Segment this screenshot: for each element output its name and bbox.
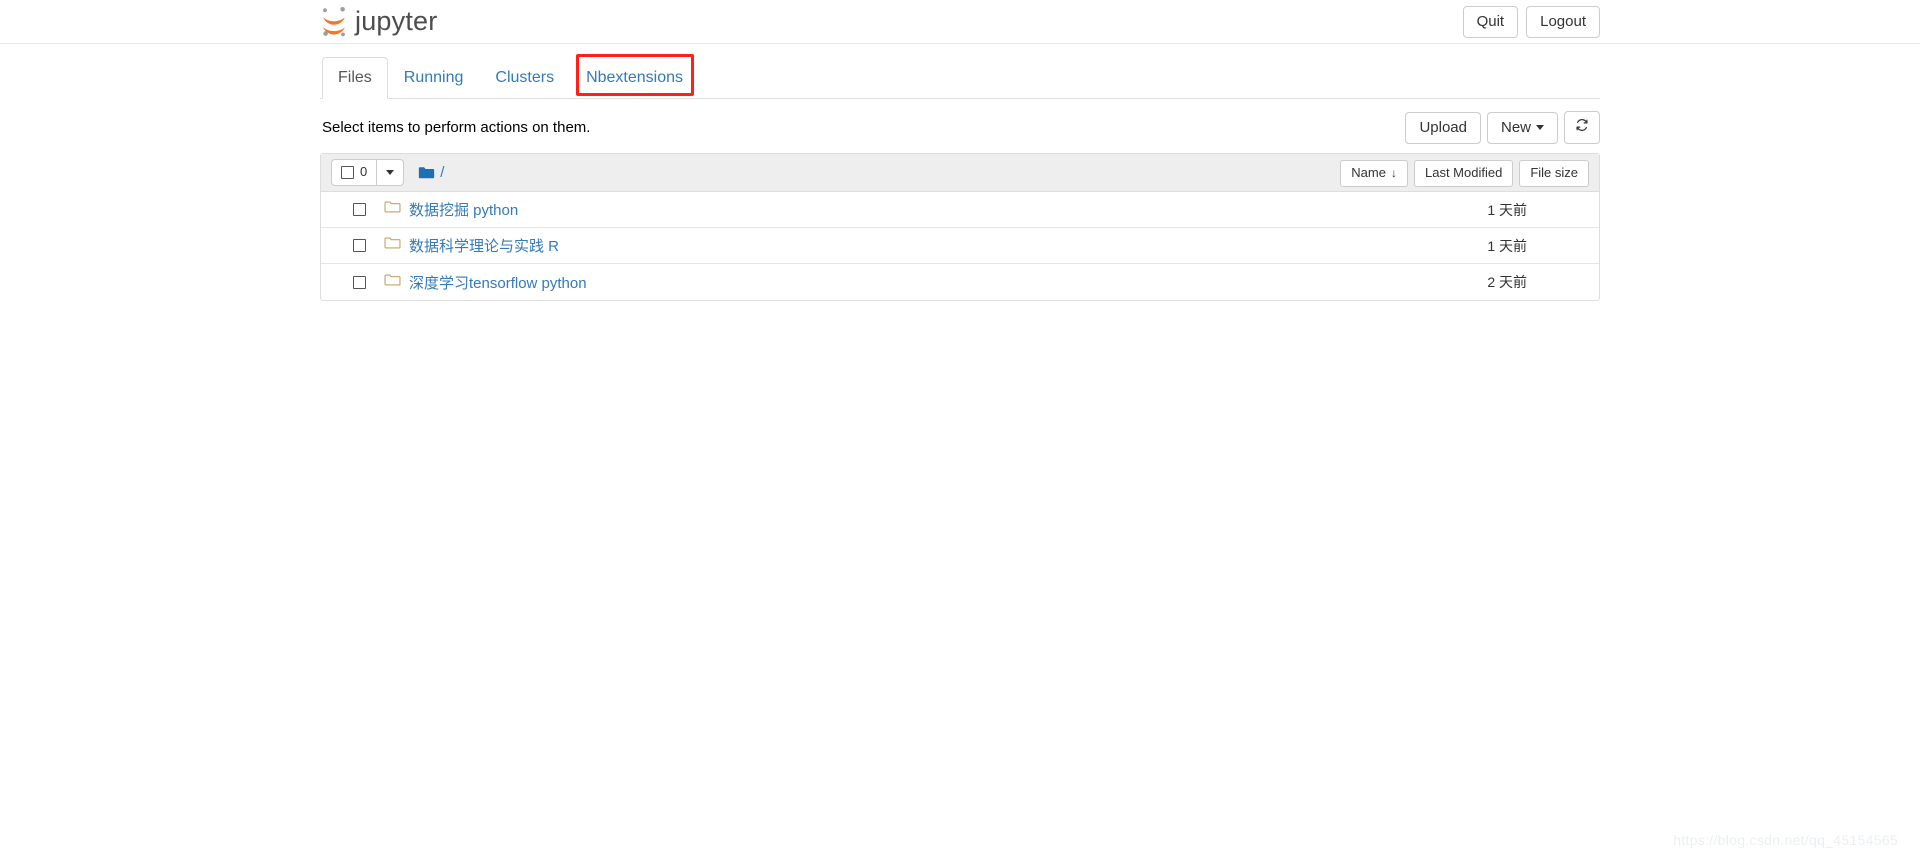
row-checkbox[interactable] bbox=[353, 239, 366, 252]
file-modified-time: 1 天前 bbox=[1487, 237, 1527, 254]
quit-button[interactable]: Quit bbox=[1462, 6, 1519, 38]
page-header: jupyter Quit Logout bbox=[0, 0, 1920, 44]
brand-title: jupyter bbox=[355, 5, 438, 36]
checkbox-unchecked-icon[interactable] bbox=[341, 166, 354, 179]
file-name-link[interactable]: 数据科学理论与实践 R bbox=[409, 235, 559, 256]
table-row[interactable]: 数据挖掘 python 1 天前 bbox=[321, 192, 1599, 228]
watermark: https://blog.csdn.net/qq_45154565 bbox=[1673, 832, 1898, 848]
folder-outline-icon bbox=[384, 273, 401, 292]
tab-files[interactable]: Files bbox=[322, 56, 388, 99]
logout-button[interactable]: Logout bbox=[1526, 6, 1600, 38]
sort-name-label: Name bbox=[1351, 165, 1386, 180]
file-modified-time: 1 天前 bbox=[1487, 201, 1527, 218]
row-checkbox[interactable] bbox=[353, 275, 366, 289]
toolbar-actions: Upload New bbox=[1399, 111, 1600, 144]
selection-hint: Select items to perform actions on them. bbox=[322, 119, 591, 136]
chevron-down-icon bbox=[1536, 125, 1544, 131]
file-toolbar: Select items to perform actions on them.… bbox=[320, 111, 1600, 149]
refresh-icon bbox=[1575, 118, 1589, 135]
sort-by-last-modified-button[interactable]: Last Modified bbox=[1413, 160, 1514, 187]
folder-outline-icon bbox=[384, 236, 401, 255]
selected-count: 0 bbox=[360, 164, 368, 180]
upload-button[interactable]: Upload bbox=[1405, 111, 1481, 144]
sort-by-file-size-button[interactable]: File size bbox=[1519, 160, 1589, 187]
tab-clusters[interactable]: Clusters bbox=[479, 57, 570, 99]
file-list-header: 0 / Name ↓ Last Modified File size bbox=[321, 154, 1599, 192]
tab-running[interactable]: Running bbox=[388, 57, 480, 99]
sort-buttons: Name ↓ Last Modified File size bbox=[1334, 160, 1589, 187]
sort-by-name-button[interactable]: Name ↓ bbox=[1340, 160, 1408, 187]
tab-bar: Files Running Clusters Nbextensions bbox=[320, 54, 1600, 99]
select-all-button[interactable]: 0 bbox=[331, 159, 378, 186]
file-name-link[interactable]: 数据挖掘 python bbox=[409, 199, 518, 220]
folder-outline-icon bbox=[384, 200, 401, 219]
main-container: Files Running Clusters Nbextensions Sele… bbox=[320, 54, 1600, 301]
tab-nbextensions[interactable]: Nbextensions bbox=[570, 57, 699, 99]
select-all-group: 0 bbox=[331, 159, 405, 186]
new-label: New bbox=[1500, 118, 1531, 136]
sort-descending-arrow-icon: ↓ bbox=[1390, 166, 1397, 181]
folder-solid-icon bbox=[418, 166, 435, 180]
file-name-link[interactable]: 深度学习tensorflow python bbox=[409, 272, 587, 293]
table-row[interactable]: 数据科学理论与实践 R 1 天前 bbox=[321, 228, 1599, 264]
chevron-down-icon bbox=[386, 170, 395, 175]
jupyter-notebook-page: jupyter Quit Logout Files Running Cluste… bbox=[0, 0, 1920, 862]
jupyter-logo-icon bbox=[320, 6, 348, 38]
refresh-button[interactable] bbox=[1564, 111, 1600, 144]
breadcrumb[interactable]: / bbox=[418, 164, 444, 181]
jupyter-logo-link[interactable]: jupyter bbox=[320, 0, 437, 44]
file-list: 0 / Name ↓ Last Modified File size 数据挖掘 … bbox=[320, 153, 1600, 301]
breadcrumb-root[interactable]: / bbox=[440, 164, 444, 181]
select-menu-button[interactable] bbox=[376, 159, 405, 186]
new-dropdown-button[interactable]: New bbox=[1486, 111, 1558, 144]
row-checkbox[interactable] bbox=[353, 203, 366, 216]
file-modified-time: 2 天前 bbox=[1487, 274, 1527, 290]
table-row[interactable]: 深度学习tensorflow python 2 天前 bbox=[321, 264, 1599, 300]
header-buttons: Quit Logout bbox=[1462, 6, 1600, 38]
